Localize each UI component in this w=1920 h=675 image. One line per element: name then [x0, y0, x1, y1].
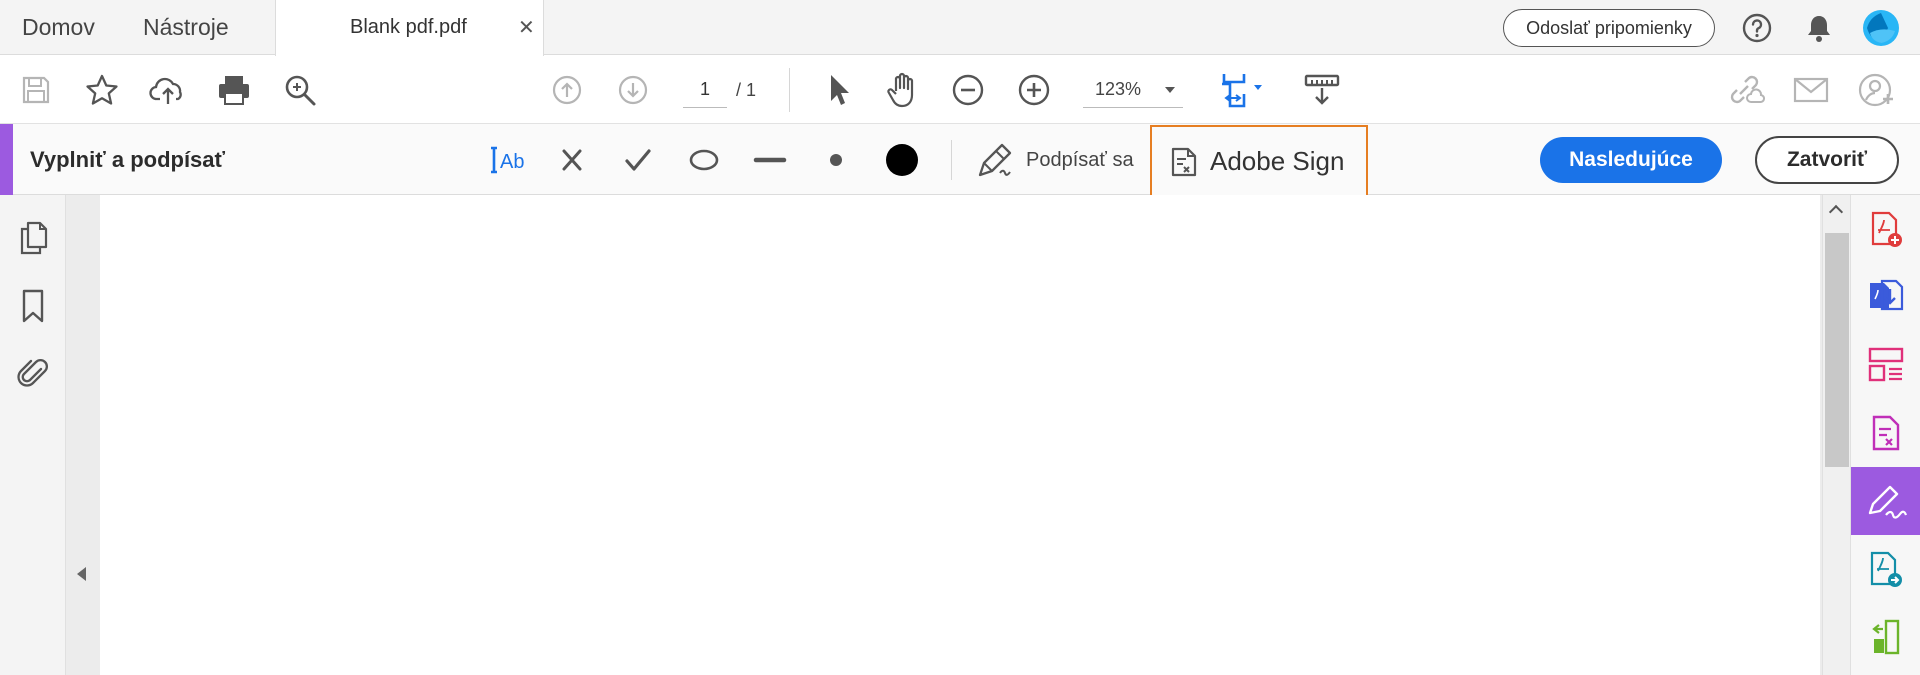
sign-yourself-button[interactable]: Podpísať sa [976, 138, 1134, 182]
scroll-up-arrow-icon[interactable] [1828, 204, 1844, 220]
tab-document[interactable]: Blank pdf.pdf ✕ [275, 0, 544, 56]
user-avatar-icon[interactable] [1862, 9, 1900, 47]
fountain-pen-icon [978, 143, 1012, 177]
add-text-tool-icon[interactable]: Ab [483, 138, 533, 182]
add-text-tool-label: Ab [500, 151, 524, 173]
zoom-out-icon[interactable] [946, 68, 990, 112]
bookmarks-icon[interactable] [14, 287, 52, 325]
document-tab-label: Blank pdf.pdf [350, 16, 467, 38]
page-fit-icon[interactable] [1216, 68, 1274, 112]
page-total-label: / 1 [736, 80, 757, 100]
accent-stripe [0, 124, 13, 195]
previous-page-icon[interactable] [545, 68, 589, 112]
ellipse-tool-icon[interactable] [682, 138, 726, 182]
export-pdf-icon[interactable] [1851, 263, 1920, 331]
zoom-level-dropdown[interactable]: 123% [1083, 72, 1183, 108]
print-icon[interactable] [212, 68, 256, 112]
save-icon[interactable] [14, 68, 58, 112]
scrollbar-thumb[interactable] [1825, 233, 1849, 467]
tab-tools[interactable]: Nástroje [143, 14, 229, 41]
fill-sign-title: Vyplniť a podpísať [30, 147, 226, 172]
sign-yourself-label: Podpísať sa [1026, 148, 1134, 171]
select-cursor-icon[interactable] [816, 68, 860, 112]
send-feedback-button[interactable]: Odoslať pripomienky [1503, 9, 1715, 47]
toolbar-divider [789, 68, 790, 112]
cross-mark-tool-icon[interactable] [550, 138, 594, 182]
checkmark-tool-icon[interactable] [616, 138, 660, 182]
compress-pdf-icon[interactable] [1851, 603, 1920, 671]
chevron-down-icon [1165, 86, 1175, 93]
page-number-input[interactable] [683, 72, 727, 108]
notifications-bell-icon[interactable] [1804, 12, 1834, 44]
star-bookmark-icon[interactable] [80, 68, 124, 112]
adobe-sign-button[interactable]: Adobe Sign [1150, 125, 1368, 198]
close-button[interactable]: Zatvoriť [1755, 136, 1899, 184]
fill-and-sign-tool-icon[interactable] [1851, 467, 1920, 535]
edit-pdf-form-icon[interactable] [1851, 399, 1920, 467]
next-page-icon[interactable] [611, 68, 655, 112]
pdf-page[interactable] [100, 195, 1820, 675]
tab-home[interactable]: Domov [22, 14, 95, 41]
organize-pages-icon[interactable] [1851, 331, 1920, 399]
color-picker-icon[interactable] [880, 138, 924, 182]
document-viewport[interactable] [66, 195, 1822, 675]
right-tools-pane [1850, 195, 1920, 675]
adobe-sign-document-icon [1171, 147, 1197, 176]
main-toolbar: / 1 123% [0, 56, 1920, 124]
tab-bar: Domov Nástroje Blank pdf.pdf ✕ Odoslať p… [0, 0, 1920, 56]
dot-tool-icon[interactable] [814, 138, 858, 182]
cloud-upload-icon[interactable] [146, 68, 190, 112]
scroll-mode-icon[interactable] [1300, 68, 1344, 112]
collapse-pane-arrow-icon[interactable] [77, 567, 86, 581]
vertical-scrollbar[interactable] [1822, 195, 1850, 675]
create-pdf-icon[interactable] [1851, 195, 1920, 263]
help-icon[interactable] [1741, 12, 1773, 44]
email-icon[interactable] [1789, 68, 1833, 112]
next-button[interactable]: Nasledujúce [1540, 137, 1722, 183]
fill-and-sign-toolbar: Vyplniť a podpísať Ab Podpísať sa Adobe … [0, 124, 1920, 198]
zoom-level-value: 123% [1095, 79, 1142, 99]
left-navigation-pane [0, 195, 66, 675]
page-thumbnails-icon[interactable] [14, 219, 52, 257]
hand-tool-icon[interactable] [881, 68, 925, 112]
line-tool-icon[interactable] [748, 138, 792, 182]
add-user-icon[interactable] [1856, 68, 1900, 112]
adobe-sign-label: Adobe Sign [1210, 146, 1345, 176]
fill-sign-divider [951, 140, 952, 180]
search-zoom-icon[interactable] [278, 68, 322, 112]
attachments-paperclip-icon[interactable] [14, 354, 52, 392]
send-for-review-icon[interactable] [1851, 535, 1920, 603]
zoom-in-icon[interactable] [1012, 68, 1056, 112]
share-link-icon[interactable] [1723, 68, 1767, 112]
close-tab-icon[interactable]: ✕ [518, 15, 535, 40]
